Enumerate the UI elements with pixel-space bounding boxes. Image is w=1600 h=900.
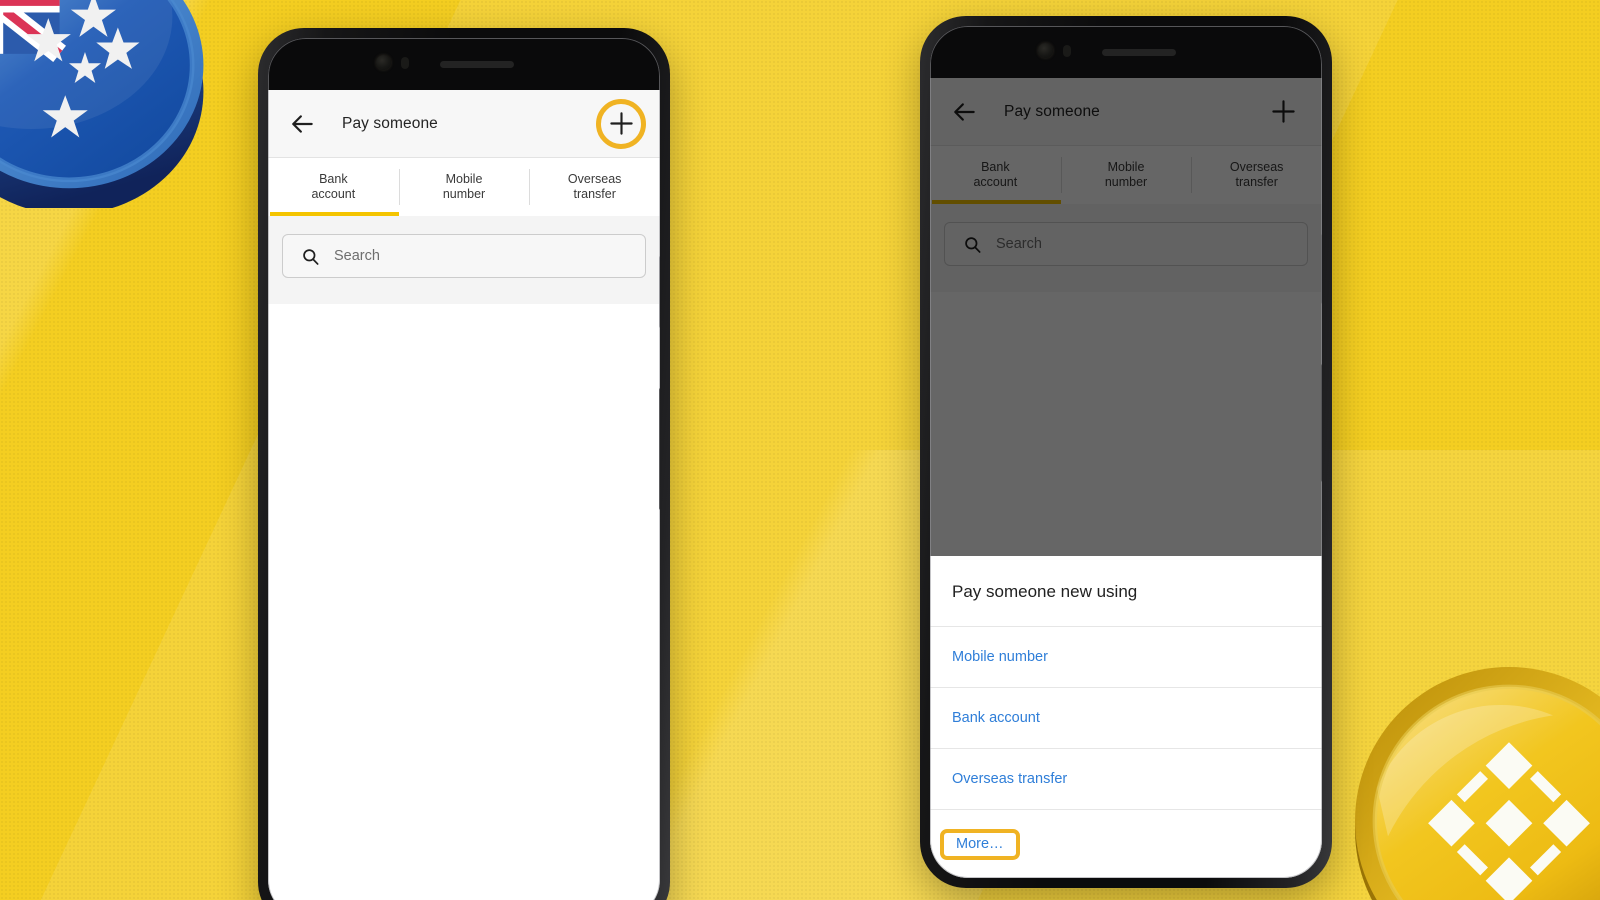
sheet-option-label: Mobile number [952, 649, 1048, 665]
tab-label-line2: number [442, 187, 486, 201]
tab-label-line1: Overseas [567, 172, 622, 186]
tab-label-line1: Mobile [445, 172, 483, 186]
page-title: Pay someone [342, 114, 438, 132]
search-input[interactable]: Search [282, 234, 646, 278]
sheet-option-label: More… [940, 829, 1020, 860]
volume-button[interactable] [659, 256, 660, 328]
bottom-sheet-title: Pay someone new using [930, 556, 1322, 627]
earpiece-speaker-icon [440, 61, 514, 68]
tab-label-line2: transfer [573, 187, 616, 201]
sensor-icon [1063, 45, 1071, 57]
tab-bank-account[interactable]: Bank account [268, 158, 399, 216]
front-camera-icon [1038, 43, 1053, 58]
app-bar: Pay someone [268, 90, 660, 158]
tab-label-line2: account [311, 187, 356, 201]
sheet-option-mobile-number[interactable]: Mobile number [930, 627, 1322, 688]
phone-mockup-right: Pay someone Bank account Mobile numbe [920, 16, 1332, 888]
power-button[interactable] [659, 388, 660, 510]
active-tab-indicator [270, 212, 400, 216]
search-icon [303, 248, 319, 265]
tab-mobile-number[interactable]: Mobile number [398, 158, 530, 216]
phone-mockup-left: Pay someone Bank account Mobile number O… [258, 28, 670, 900]
search-placeholder: Search [334, 248, 380, 264]
plus-icon [609, 112, 633, 135]
app-screen-right: Pay someone Bank account Mobile numbe [930, 78, 1322, 878]
phone-screen-left: Pay someone Bank account Mobile number O… [268, 38, 660, 900]
phone-top-notch [930, 26, 1322, 78]
screenshot-stage: Pay someone Bank account Mobile number O… [0, 0, 1600, 900]
add-payee-button[interactable] [596, 98, 646, 149]
app-screen-left: Pay someone Bank account Mobile number O… [268, 90, 660, 900]
sheet-option-more[interactable]: More… [930, 810, 1322, 878]
tab-label-line1: Bank [319, 172, 348, 186]
sensor-icon [401, 57, 409, 69]
pay-someone-bottom-sheet: Pay someone new using Mobile number Bank… [930, 556, 1322, 878]
background-diagonal-band-3 [0, 450, 1600, 900]
phone-screen-right: Pay someone Bank account Mobile numbe [930, 26, 1322, 878]
binance-coin [1355, 667, 1600, 900]
tab-overseas-transfer[interactable]: Overseas transfer [529, 158, 660, 216]
tab-bar: Bank account Mobile number Overseas tran… [268, 158, 660, 216]
payee-list-empty [268, 304, 660, 844]
earpiece-speaker-icon [1102, 49, 1176, 56]
australia-flag-coin [0, 0, 204, 208]
background-dot-texture [0, 0, 1600, 900]
sheet-option-overseas-transfer[interactable]: Overseas transfer [930, 749, 1322, 810]
search-section: Search [268, 216, 660, 304]
background-diagonal-band-1 [0, 0, 1600, 900]
sheet-option-label: Overseas transfer [952, 771, 1068, 787]
sheet-option-bank-account[interactable]: Bank account [930, 688, 1322, 749]
phone-top-notch [268, 38, 660, 90]
front-camera-icon [376, 55, 391, 70]
arrow-left-icon[interactable] [290, 111, 316, 137]
background-diagonal-band-2 [0, 0, 1600, 900]
sheet-option-label: Bank account [952, 710, 1040, 726]
